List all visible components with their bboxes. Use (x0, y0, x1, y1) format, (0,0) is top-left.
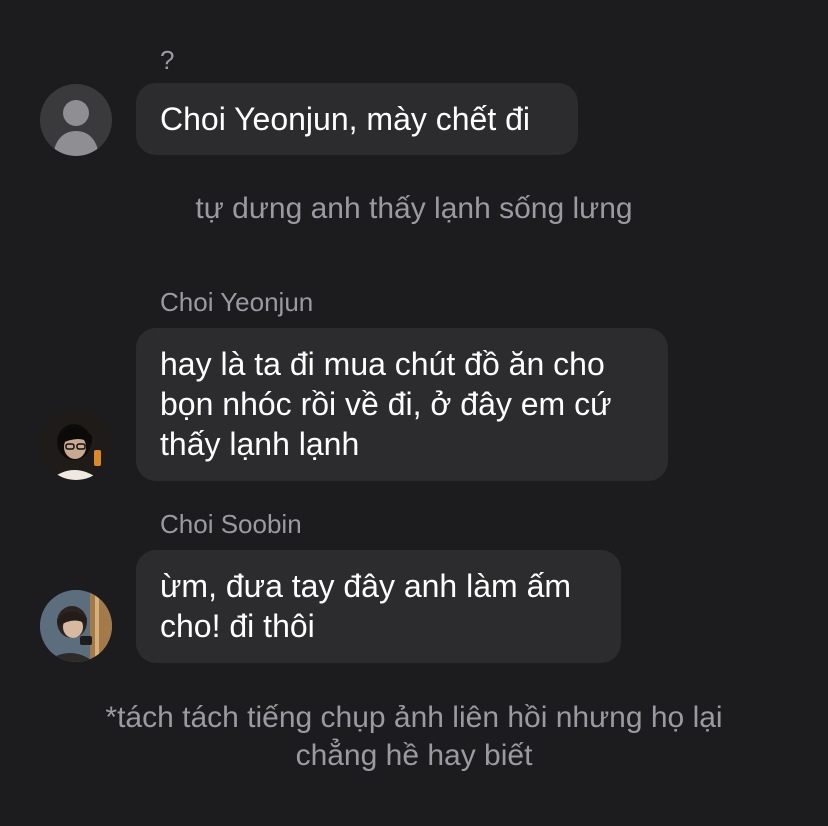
avatar-yeonjun[interactable] (40, 408, 112, 480)
sender-name-soobin: Choi Soobin (160, 509, 302, 539)
message-text: hay là ta đi mua chút đồ ăn cho bọn nhóc… (160, 346, 612, 462)
message-bubble[interactable]: hay là ta đi mua chút đồ ăn cho bọn nhóc… (136, 328, 668, 481)
sender-name-unknown: ? (160, 45, 175, 75)
sender-name-yeonjun: Choi Yeonjun (160, 287, 314, 317)
default-avatar-icon[interactable] (40, 84, 112, 156)
avatar-soobin[interactable] (40, 590, 112, 662)
message-text: ừm, đưa tay đây anh làm ấm cho! đi thôi (160, 568, 572, 644)
message-bubble[interactable]: ừm, đưa tay đây anh làm ấm cho! đi thôi (136, 550, 621, 663)
message-bubble[interactable]: Choi Yeonjun, mày chết đi (136, 83, 578, 155)
narration-text: *tách tách tiếng chụp ảnh liên hồi nhưng… (105, 701, 723, 772)
narration-text: tự dưng anh thấy lạnh sống lưng (195, 192, 633, 225)
message-text: Choi Yeonjun, mày chết đi (160, 101, 531, 137)
